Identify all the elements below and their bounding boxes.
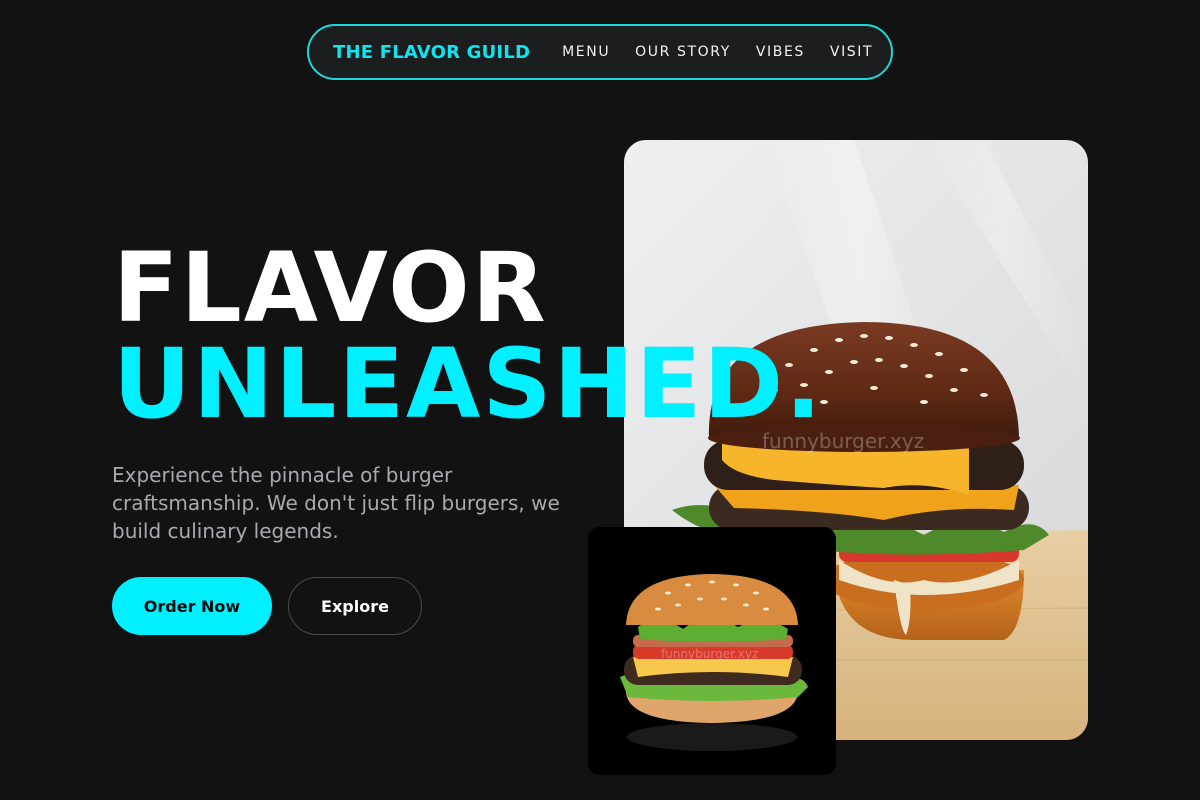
secondary-image-watermark: funnyburger.xyz <box>661 647 758 661</box>
hero-headline: FLAVOR UNLEASHED. <box>113 232 824 440</box>
nav-link-vibes[interactable]: VIBES <box>756 44 805 60</box>
nav-links: MENU OUR STORY VIBES VISIT <box>562 44 873 60</box>
landing-page: THE FLAVOR GUILD MENU OUR STORY VIBES VI… <box>0 0 1200 800</box>
secondary-burger-image: funnyburger.xyz <box>588 527 836 775</box>
explore-button[interactable]: Explore <box>288 577 422 635</box>
headline-line-2: UNLEASHED. <box>113 328 824 440</box>
nav-link-our-story[interactable]: OUR STORY <box>635 44 731 60</box>
burger-thumbnail: funnyburger.xyz <box>620 574 808 751</box>
top-navigation: THE FLAVOR GUILD MENU OUR STORY VIBES VI… <box>307 24 893 80</box>
headline-line-1: FLAVOR <box>113 232 548 344</box>
brand-logo[interactable]: THE FLAVOR GUILD <box>333 42 530 63</box>
hero-description: Experience the pinnacle of burger crafts… <box>112 463 560 543</box>
order-now-button[interactable]: Order Now <box>112 577 272 635</box>
nav-link-menu[interactable]: MENU <box>562 44 610 60</box>
nav-link-visit[interactable]: VISIT <box>830 44 873 60</box>
